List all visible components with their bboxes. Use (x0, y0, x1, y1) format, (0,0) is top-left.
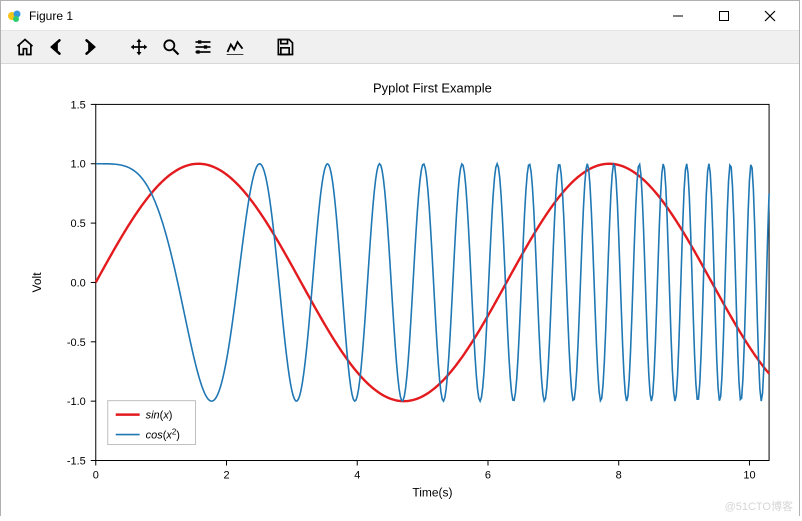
svg-text:8: 8 (616, 469, 622, 481)
edit-button[interactable] (219, 31, 251, 63)
svg-text:-1.0: -1.0 (67, 396, 86, 408)
svg-text:2: 2 (223, 469, 229, 481)
back-button[interactable] (41, 31, 73, 63)
window-controls (655, 1, 793, 31)
svg-text:Time(s): Time(s) (412, 485, 452, 499)
chart-area: 0 2 4 6 8 10 -1.5 -1.0 -0.5 0.0 0.5 1.0 1.5 Time(s) Vo… (1, 64, 799, 516)
svg-text:10: 10 (743, 469, 755, 481)
home-button[interactable] (9, 31, 41, 63)
svg-text:6: 6 (485, 469, 491, 481)
toolbar (1, 31, 799, 64)
svg-text:4: 4 (354, 469, 360, 481)
svg-text:Volt: Volt (30, 272, 44, 293)
forward-button[interactable] (73, 31, 105, 63)
save-button[interactable] (269, 31, 301, 63)
window-title: Figure 1 (29, 9, 655, 23)
svg-text:0: 0 (93, 469, 99, 481)
minimize-button[interactable] (655, 1, 701, 31)
svg-text:1.0: 1.0 (71, 159, 86, 171)
app-icon (7, 8, 23, 24)
pan-button[interactable] (123, 31, 155, 63)
subplots-button[interactable] (187, 31, 219, 63)
svg-text:0.5: 0.5 (71, 218, 86, 230)
svg-text:0.0: 0.0 (71, 277, 86, 289)
maximize-button[interactable] (701, 1, 747, 31)
svg-text:-0.5: -0.5 (67, 337, 86, 349)
svg-text:sin(x): sin(x) (146, 410, 173, 422)
zoom-button[interactable] (155, 31, 187, 63)
watermark: @51CTO博客 (725, 498, 793, 514)
svg-text:1.5: 1.5 (71, 99, 86, 111)
titlebar: Figure 1 (1, 1, 799, 31)
close-button[interactable] (747, 1, 793, 31)
line-chart: 0 2 4 6 8 10 -1.5 -1.0 -0.5 0.0 0.5 1.0 1.5 Time(s) Vo… (1, 64, 799, 516)
svg-text:Pyplot First Example: Pyplot First Example (373, 80, 492, 95)
svg-text:-1.5: -1.5 (67, 456, 86, 468)
figure-window: Figure 1 (0, 0, 800, 516)
